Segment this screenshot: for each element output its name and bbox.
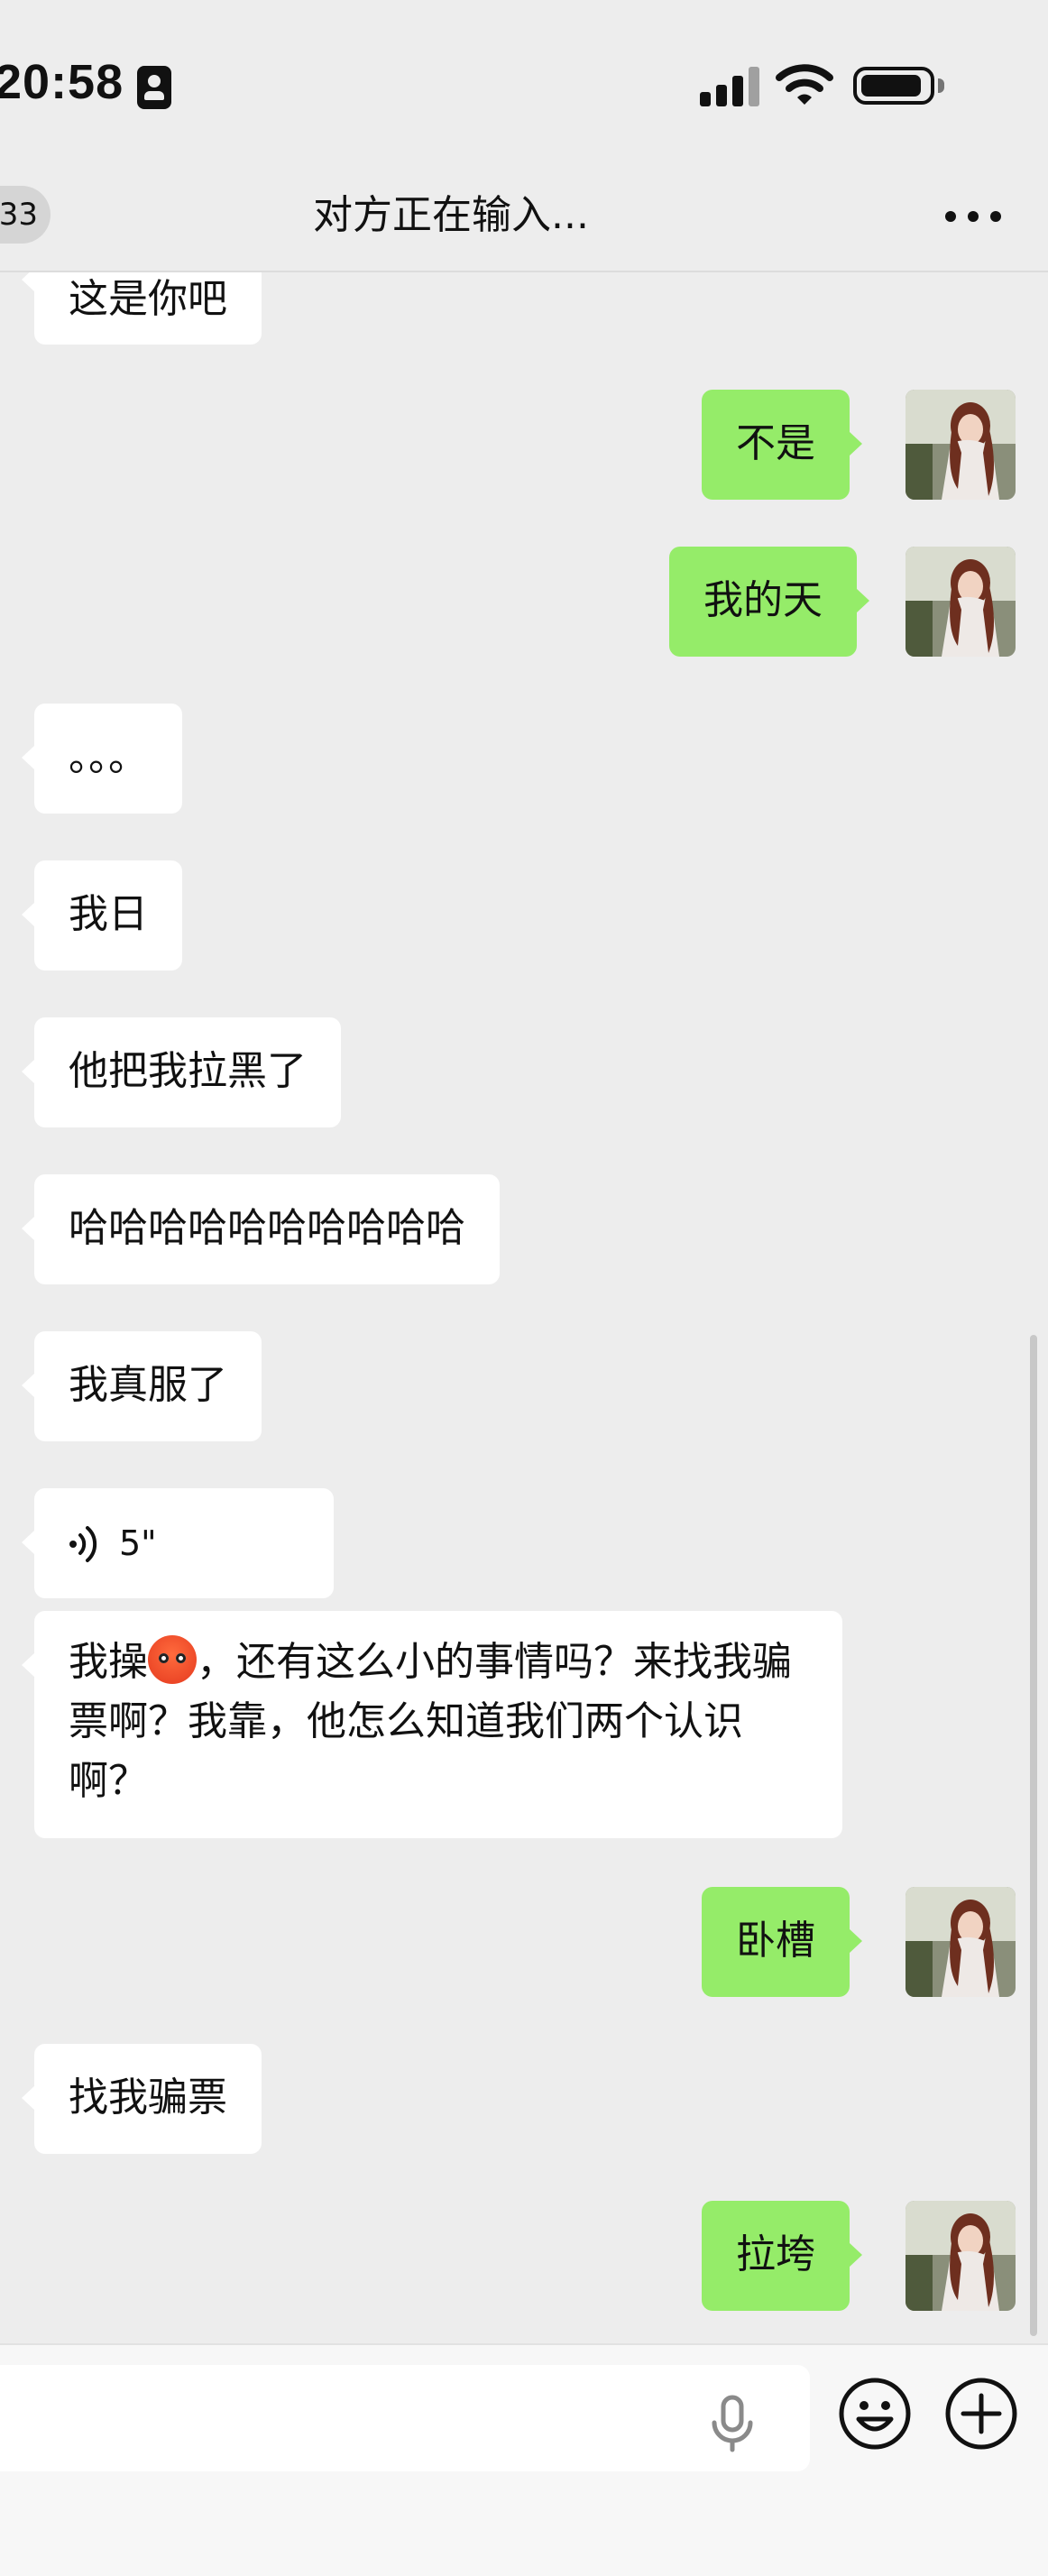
message-bubble-incoming[interactable]: 。。。 — [22, 704, 182, 814]
my-avatar[interactable] — [906, 1887, 1016, 1997]
angry-face-emoji — [148, 1635, 197, 1684]
message-bubble-incoming[interactable]: 我日 — [22, 860, 182, 971]
message-text: 我的天 — [703, 577, 823, 623]
message-bubble-incoming[interactable]: 他把我拉黑了 — [22, 1017, 341, 1127]
voice-duration: 5" — [119, 1523, 157, 1563]
message-bubble-incoming[interactable]: 哈哈哈哈哈哈哈哈哈哈 — [22, 1174, 500, 1284]
battery-icon — [853, 67, 934, 105]
message-text: 卧槽 — [736, 1918, 815, 1964]
message-text: 我日 — [69, 891, 148, 937]
my-avatar[interactable] — [906, 390, 1016, 500]
message-text: 我操 — [69, 1639, 148, 1685]
input-bar — [0, 2343, 1048, 2576]
my-avatar[interactable] — [906, 547, 1016, 657]
message-text: 找我骗票 — [69, 2075, 227, 2121]
message-bubble-outgoing[interactable]: 不是 — [702, 390, 862, 500]
voice-wave-icon — [69, 1526, 97, 1562]
message-bubble-outgoing[interactable]: 我的天 — [669, 547, 869, 657]
message-text: 不是 — [736, 420, 815, 466]
microphone-icon[interactable] — [705, 2392, 759, 2455]
scrollbar[interactable] — [1030, 1335, 1037, 2336]
status-time: 20:58 — [0, 55, 124, 109]
message-text: 这是你吧 — [69, 276, 227, 322]
message-bubble-outgoing[interactable]: 卧槽 — [702, 1887, 862, 1997]
chat-header: 33 对方正在输入... — [0, 171, 1048, 272]
message-bubble-incoming[interactable]: 我真服了 — [22, 1331, 262, 1441]
chat-title: 对方正在输入... — [313, 192, 589, 238]
chat-message-list[interactable]: 这是你吧 不是 我的天 。。。 我日 他把我拉黑了 哈哈哈哈哈哈哈哈哈哈 我真服… — [0, 272, 1048, 2343]
message-text: 他把我拉黑了 — [69, 1048, 307, 1094]
plus-circle-icon[interactable] — [943, 2376, 1019, 2452]
message-text: 拉垮 — [736, 2231, 815, 2277]
cellular-signal-icon — [700, 63, 761, 106]
message-bubble-incoming[interactable]: 这是你吧 — [22, 272, 262, 345]
message-bubble-outgoing[interactable]: 拉垮 — [702, 2201, 862, 2311]
message-bubble-incoming[interactable]: 我操 ，还有这么小的事情吗？来找我骗票啊？我靠，他怎么知道我们两个认识啊？ — [22, 1611, 842, 1838]
status-bar: 20:58 — [0, 0, 1048, 171]
my-avatar[interactable] — [906, 2201, 1016, 2311]
contact-card-icon — [137, 66, 171, 109]
message-text: 哈哈哈哈哈哈哈哈哈哈 — [69, 1205, 465, 1251]
wifi-icon — [776, 64, 833, 105]
message-bubble-incoming[interactable]: 找我骗票 — [22, 2044, 262, 2154]
battery-cap — [938, 78, 944, 93]
message-text: 。。。 — [69, 734, 148, 780]
emoji-face-icon[interactable] — [837, 2376, 913, 2452]
more-dots-icon[interactable] — [942, 198, 1005, 235]
message-text: 我真服了 — [69, 1362, 227, 1408]
voice-message-bubble[interactable]: 5" — [22, 1488, 334, 1598]
message-input[interactable] — [0, 2365, 810, 2471]
